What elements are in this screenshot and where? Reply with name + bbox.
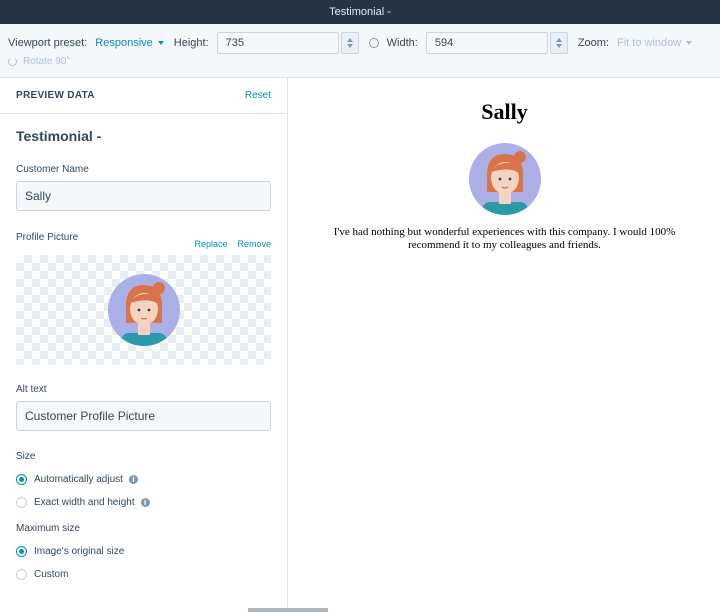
viewport-preset-value: Responsive bbox=[95, 37, 153, 49]
preview-canvas: Sally I've had nothing but wonderful exp… bbox=[289, 78, 720, 612]
toolbar-controls: Viewport preset: Responsive Height: 735 … bbox=[8, 32, 693, 54]
viewport-preset-label: Viewport preset: bbox=[8, 37, 88, 49]
max-size-option-label: Custom bbox=[34, 569, 69, 580]
preview-data-sidebar: PREVIEW DATA Reset Testimonial - Custome… bbox=[0, 78, 288, 612]
radio-unselected[interactable] bbox=[16, 569, 27, 580]
chevron-down-icon bbox=[157, 41, 164, 45]
size-option-exact[interactable]: Exact width and height i bbox=[16, 497, 150, 508]
height-input[interactable]: 735 bbox=[216, 32, 339, 54]
replace-link[interactable]: Replace bbox=[194, 239, 227, 249]
window-title: Testimonial - bbox=[329, 6, 391, 18]
sidebar-title: PREVIEW DATA bbox=[16, 90, 95, 101]
info-icon[interactable]: i bbox=[128, 475, 138, 484]
profile-picture-label: Profile Picture bbox=[16, 232, 79, 243]
profile-picture-preview[interactable] bbox=[16, 255, 271, 365]
testimonial-name: Sally bbox=[481, 99, 528, 124]
chevron-down-icon bbox=[686, 41, 693, 45]
module-title: Testimonial - bbox=[16, 128, 102, 144]
radio-unselected[interactable] bbox=[16, 497, 27, 508]
height-label: Height: bbox=[173, 37, 209, 49]
zoom-dropdown[interactable]: Fit to window bbox=[617, 37, 693, 49]
radio-selected[interactable] bbox=[16, 474, 27, 485]
stepper-up-icon[interactable] bbox=[555, 38, 562, 42]
max-size-label: Maximum size bbox=[16, 523, 80, 534]
stepper-down-icon[interactable] bbox=[346, 44, 353, 48]
stepper-up-icon[interactable] bbox=[346, 38, 353, 42]
stepper-down-icon[interactable] bbox=[555, 44, 562, 48]
width-value: 594 bbox=[434, 37, 454, 49]
size-option-label: Exact width and height bbox=[34, 497, 135, 508]
max-size-option-original[interactable]: Image's original size bbox=[16, 546, 124, 557]
scrollbar-thumb[interactable] bbox=[248, 608, 328, 612]
link-dimensions-icon[interactable] bbox=[368, 38, 379, 48]
width-input[interactable]: 594 bbox=[425, 32, 548, 54]
size-option-auto[interactable]: Automatically adjust i bbox=[16, 474, 138, 485]
alt-text-label: Alt text bbox=[16, 384, 47, 395]
reset-button[interactable]: Reset bbox=[245, 90, 271, 101]
alt-text-value: Customer Profile Picture bbox=[25, 409, 156, 423]
viewport-preset-dropdown[interactable]: Responsive bbox=[95, 37, 164, 49]
customer-name-value: Sally bbox=[25, 189, 52, 203]
picture-actions: Replace Remove bbox=[194, 239, 271, 249]
radio-selected[interactable] bbox=[16, 546, 27, 557]
testimonial-avatar bbox=[468, 142, 542, 221]
info-icon[interactable]: i bbox=[140, 498, 150, 507]
rotate-button[interactable]: Rotate 90° bbox=[8, 56, 70, 67]
width-label: Width: bbox=[386, 37, 418, 49]
height-value: 735 bbox=[225, 37, 244, 49]
alt-text-input[interactable]: Customer Profile Picture bbox=[16, 401, 271, 431]
max-size-option-label: Image's original size bbox=[34, 546, 125, 557]
remove-link[interactable]: Remove bbox=[237, 239, 271, 249]
size-option-label: Automatically adjust bbox=[34, 474, 123, 485]
window-titlebar: Testimonial - bbox=[0, 0, 720, 24]
rotate-icon bbox=[8, 57, 17, 66]
zoom-label: Zoom: bbox=[577, 37, 610, 49]
customer-name-label: Customer Name bbox=[16, 164, 89, 175]
sidebar-header: PREVIEW DATA Reset bbox=[0, 78, 287, 114]
profile-avatar-image bbox=[107, 274, 180, 346]
testimonial-avatar-image bbox=[469, 143, 541, 215]
height-stepper[interactable] bbox=[340, 32, 359, 54]
zoom-value: Fit to window bbox=[617, 37, 682, 49]
testimonial-quote: I've had nothing but wonderful experienc… bbox=[333, 226, 676, 251]
rotate-label: Rotate 90° bbox=[23, 56, 71, 67]
max-size-option-custom[interactable]: Custom bbox=[16, 569, 68, 580]
size-label: Size bbox=[16, 451, 36, 462]
width-stepper[interactable] bbox=[549, 32, 568, 54]
preview-toolbar: Viewport preset: Responsive Height: 735 … bbox=[0, 24, 720, 78]
customer-name-input[interactable]: Sally bbox=[16, 181, 271, 211]
